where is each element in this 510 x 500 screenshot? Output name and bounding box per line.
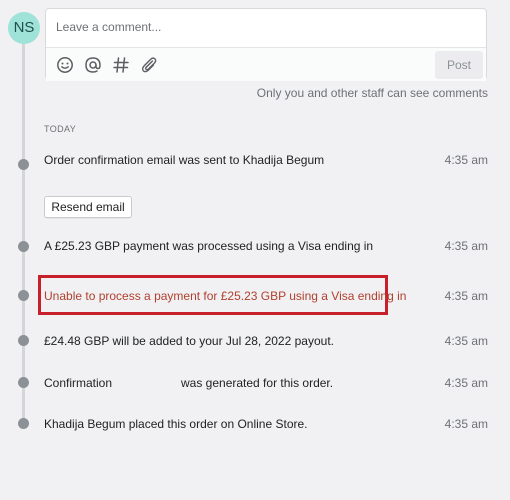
timeline-event-text: A £25.23 GBP payment was processed using… xyxy=(44,239,374,253)
timeline-dot xyxy=(18,418,29,429)
post-button[interactable]: Post xyxy=(435,51,483,79)
attachment-icon[interactable] xyxy=(140,56,158,74)
timeline-line xyxy=(22,40,25,425)
comment-toolbar: Post xyxy=(46,47,486,81)
staff-only-note: Only you and other staff can see comment… xyxy=(256,86,488,100)
resend-email-button[interactable]: Resend email xyxy=(44,196,132,218)
timeline-section-label: TODAY xyxy=(44,124,77,134)
timeline-dot xyxy=(18,241,29,252)
timeline-event-time: 4:35 am xyxy=(444,153,488,167)
hashtag-icon[interactable] xyxy=(112,56,130,74)
timeline-event-time: 4:35 am xyxy=(444,334,488,348)
timeline-event-time: 4:35 am xyxy=(444,417,488,431)
emoji-icon[interactable] xyxy=(56,56,74,74)
comment-box: Post xyxy=(45,8,487,81)
avatar: NS xyxy=(8,12,40,44)
timeline-dot xyxy=(18,290,29,301)
timeline-event-text: Order confirmation email was sent to Kha… xyxy=(44,153,325,167)
timeline-dot xyxy=(18,159,29,170)
timeline-event-text-end: was generated for this order. xyxy=(181,376,334,390)
mention-icon[interactable] xyxy=(84,56,102,74)
timeline-event-text-start: Confirmation xyxy=(44,376,113,390)
timeline-event-time: 4:35 am xyxy=(444,289,488,303)
comment-input[interactable] xyxy=(56,20,436,34)
timeline-event-time: 4:35 am xyxy=(444,239,488,253)
timeline-event-text: £24.48 GBP will be added to your Jul 28,… xyxy=(44,334,334,348)
timeline-dot xyxy=(18,335,29,346)
timeline-event-time: 4:35 am xyxy=(444,376,488,390)
timeline-event-text: Khadija Begum placed this order on Onlin… xyxy=(44,417,308,431)
timeline-dot xyxy=(18,377,29,388)
timeline-event-error-text: Unable to process a payment for £25.23 G… xyxy=(44,289,407,303)
